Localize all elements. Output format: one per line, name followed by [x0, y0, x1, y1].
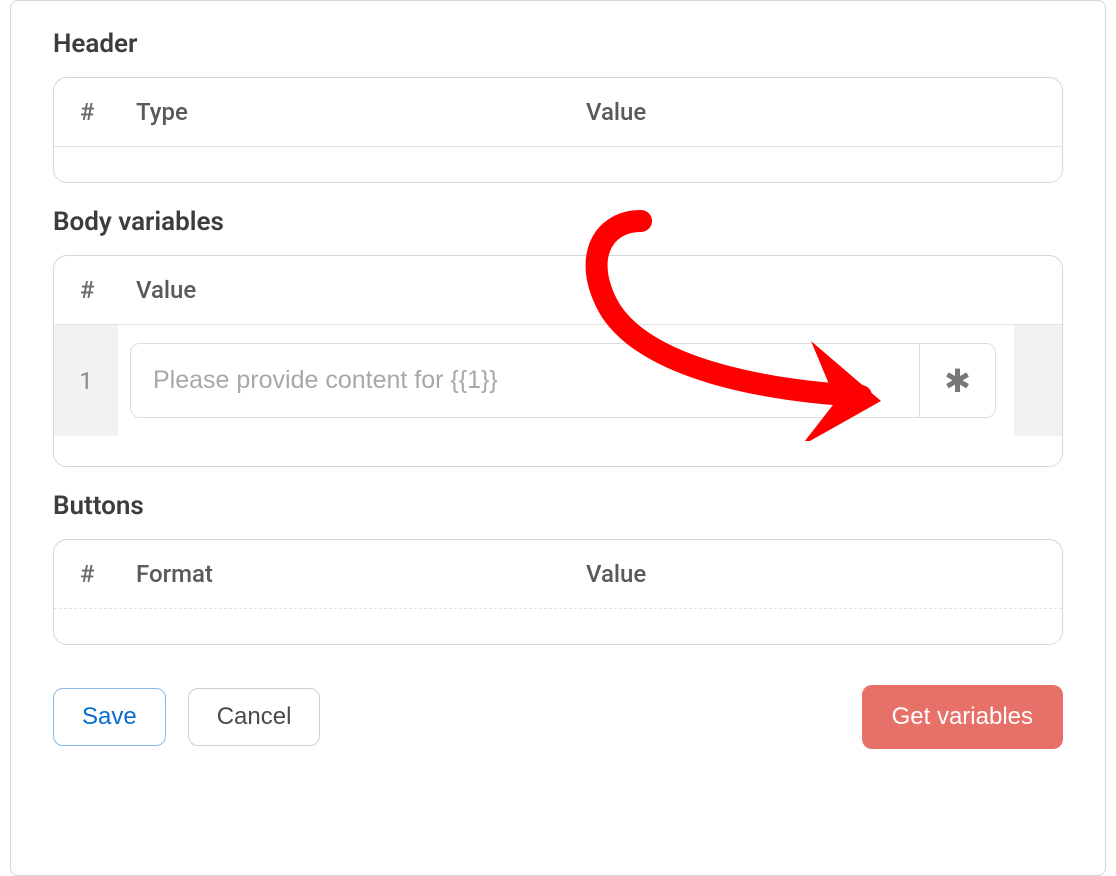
action-buttons-row: Save Cancel Get variables — [53, 685, 1063, 749]
row-input-cell: ✱ — [118, 325, 1014, 436]
body-variables-section-title: Body variables — [53, 207, 1063, 237]
body-variables-col-hash: # — [80, 276, 136, 304]
body-variables-column-row: # Value — [54, 256, 1062, 324]
buttons-panel: # Format Value — [53, 539, 1063, 645]
body-variables-panel: # Value 1 ✱ — [53, 255, 1063, 467]
asterisk-icon[interactable]: ✱ — [919, 344, 995, 417]
buttons-col-value: Value — [586, 560, 1036, 588]
buttons-col-format: Format — [136, 560, 586, 588]
save-button[interactable]: Save — [53, 688, 166, 746]
variable-input-group: ✱ — [130, 343, 996, 418]
body-variables-col-value: Value — [136, 276, 1036, 304]
header-col-hash: # — [80, 98, 136, 126]
row-index: 1 — [54, 325, 118, 436]
cancel-button[interactable]: Cancel — [188, 688, 321, 746]
buttons-column-row: # Format Value — [54, 540, 1062, 608]
form-container: Header # Type Value Body variables # Val… — [10, 0, 1106, 876]
header-col-type: Type — [136, 98, 586, 126]
header-section-title: Header — [53, 29, 1063, 59]
body-variables-footer — [54, 436, 1062, 466]
buttons-section-title: Buttons — [53, 491, 1063, 521]
get-variables-button[interactable]: Get variables — [862, 685, 1063, 749]
buttons-empty-body — [54, 608, 1062, 644]
header-empty-body — [54, 146, 1062, 182]
header-col-value: Value — [586, 98, 1036, 126]
buttons-col-hash: # — [80, 560, 136, 588]
variable-input[interactable] — [131, 344, 919, 417]
row-trailing-gap — [1014, 325, 1062, 436]
table-row: 1 ✱ — [54, 324, 1062, 436]
header-column-row: # Type Value — [54, 78, 1062, 146]
header-panel: # Type Value — [53, 77, 1063, 183]
